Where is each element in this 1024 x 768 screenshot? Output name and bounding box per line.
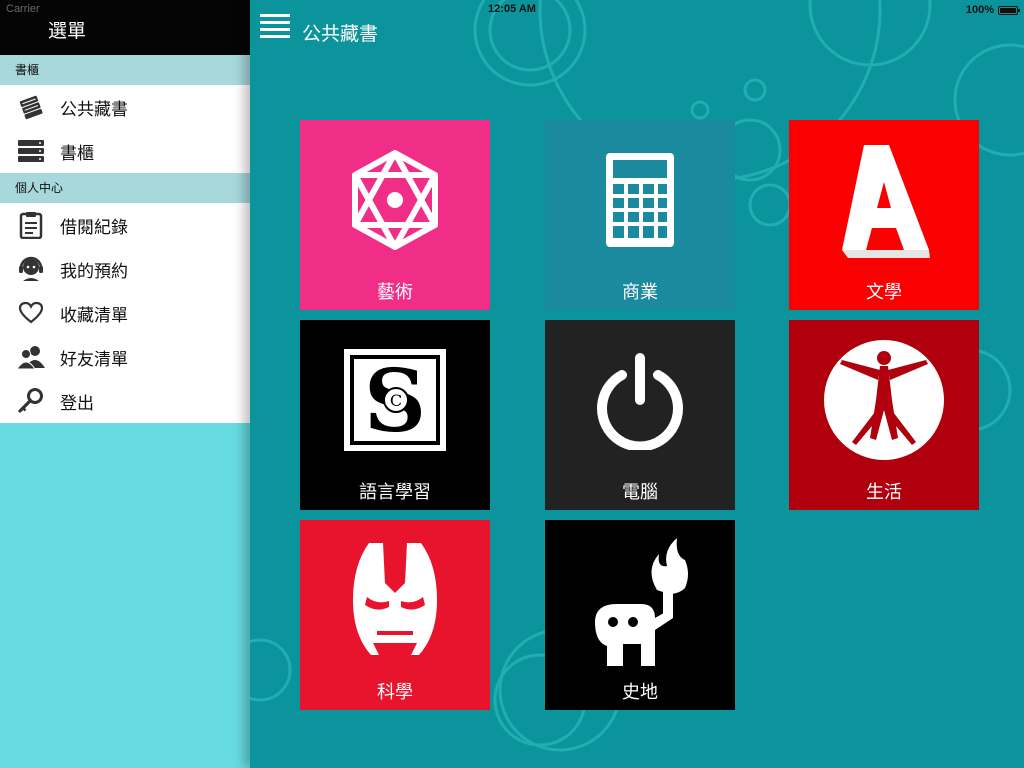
tile-label: 科學 <box>377 682 413 703</box>
sidebar-item-public-collection[interactable]: 公共藏書 <box>0 85 250 129</box>
tile-label: 語言學習 <box>359 482 431 503</box>
tile-label: 商業 <box>622 282 658 303</box>
tile-label: 文學 <box>866 282 902 303</box>
headset-user-icon <box>16 254 46 284</box>
tile-label: 生活 <box>866 482 902 503</box>
sidebar-item-favorites[interactable]: 收藏清單 <box>0 291 250 335</box>
svg-text:C: C <box>390 391 402 410</box>
sidebar-item-label: 書櫃 <box>60 143 94 164</box>
books-icon <box>16 92 46 122</box>
tile-label: 藝術 <box>377 282 413 303</box>
art-star-icon <box>300 120 490 280</box>
main-panel: 公共藏書 藝術 商業 文學 C 語言學習 電腦 生活 科學 史地 <box>250 0 1024 768</box>
key-icon <box>16 386 46 416</box>
sidebar-item-label: 好友清單 <box>60 349 128 370</box>
sidebar-header: 選單 <box>0 0 250 55</box>
torch-creature-icon <box>545 520 735 680</box>
category-tile-science[interactable]: 科學 <box>300 520 490 710</box>
sidebar-menu: 選單 書櫃 公共藏書 書櫃 個人中心 借閱紀錄 我的預約 收藏清單 好友清單 登… <box>0 0 250 768</box>
calculator-icon <box>545 120 735 280</box>
sidebar-item-reservations[interactable]: 我的預約 <box>0 247 250 291</box>
sidebar-item-borrow-history[interactable]: 借閱紀錄 <box>0 203 250 247</box>
section-header-bookshelf: 書櫃 <box>0 55 250 85</box>
sidebar-item-logout[interactable]: 登出 <box>0 379 250 423</box>
category-tile-business[interactable]: 商業 <box>545 120 735 310</box>
page-title: 公共藏書 <box>302 23 379 45</box>
heart-icon <box>16 298 46 328</box>
tile-label: 電腦 <box>622 482 658 503</box>
letter-a-icon <box>789 120 979 280</box>
sidebar-item-label: 收藏清單 <box>60 305 128 326</box>
tile-label: 史地 <box>622 682 658 703</box>
category-tile-life[interactable]: 生活 <box>789 320 979 510</box>
sc-logo-icon: S C <box>300 320 490 480</box>
sidebar-item-label: 公共藏書 <box>60 99 128 120</box>
section-header-personal: 個人中心 <box>0 173 250 203</box>
sidebar-title: 選單 <box>48 20 87 42</box>
sidebar-item-friends[interactable]: 好友清單 <box>0 335 250 379</box>
friends-icon <box>16 342 46 372</box>
category-tile-computer[interactable]: 電腦 <box>545 320 735 510</box>
ironman-icon <box>300 520 490 680</box>
bookshelf-icon <box>16 136 46 166</box>
sidebar-item-label: 借閱紀錄 <box>60 217 128 238</box>
power-icon <box>545 320 735 480</box>
sidebar-item-label: 登出 <box>60 393 94 414</box>
clipboard-icon <box>16 210 46 240</box>
category-tile-history-geo[interactable]: 史地 <box>545 520 735 710</box>
sidebar-item-label: 我的預約 <box>60 261 128 282</box>
sidebar-item-bookshelf[interactable]: 書櫃 <box>0 129 250 173</box>
category-tile-literature[interactable]: 文學 <box>789 120 979 310</box>
category-tile-language[interactable]: S C 語言學習 <box>300 320 490 510</box>
vitruvian-icon <box>789 320 979 480</box>
category-tile-art[interactable]: 藝術 <box>300 120 490 310</box>
hamburger-menu-icon[interactable] <box>260 12 292 44</box>
